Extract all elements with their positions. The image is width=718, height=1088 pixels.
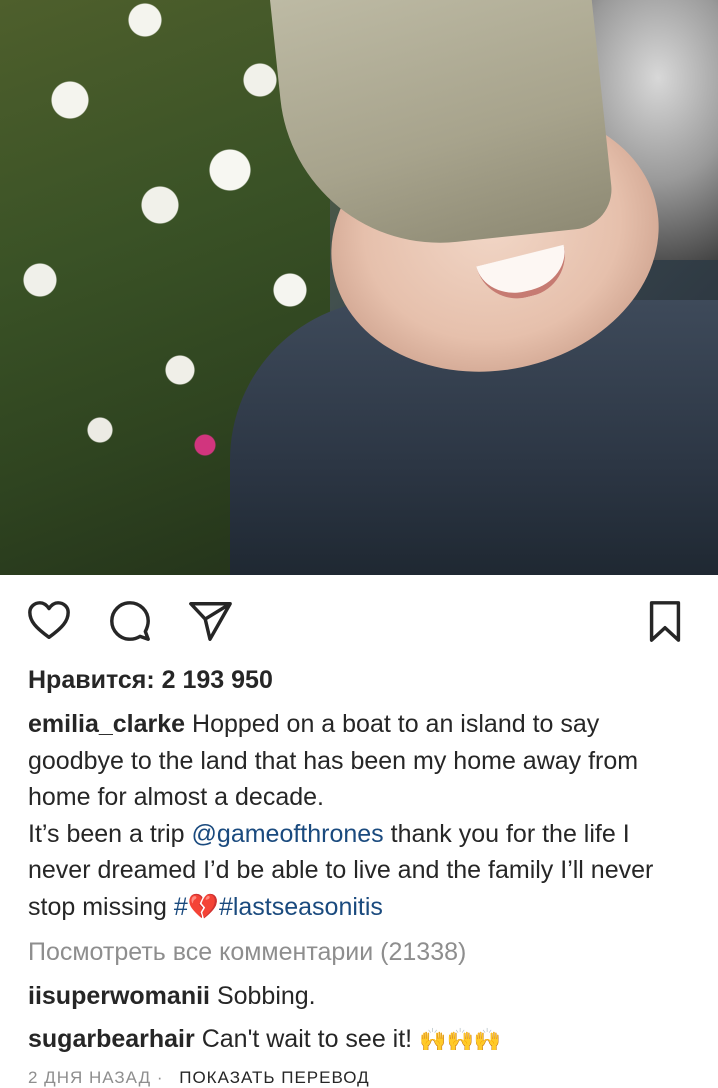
like-button[interactable]: [26, 598, 72, 644]
comment-bubble-icon: [110, 601, 150, 641]
post-footer: 2 ДНЯ НАЗАД · ПОКАЗАТЬ ПЕРЕВОД: [28, 1068, 370, 1088]
share-button[interactable]: [187, 598, 233, 644]
comment-text: Sobbing.: [216, 982, 316, 1010]
comment-button[interactable]: [107, 598, 153, 644]
raising-hands-emoji: 🙌🙌🙌: [419, 1027, 502, 1052]
heart-icon: [28, 601, 70, 640]
post-actions-bar: [0, 590, 718, 650]
comment-username[interactable]: sugarbearhair: [28, 1025, 195, 1053]
save-button[interactable]: [642, 598, 688, 644]
show-translation-link[interactable]: ПОКАЗАТЬ ПЕРЕВОД: [179, 1068, 369, 1087]
comment-username[interactable]: iisuperwomanii: [28, 982, 210, 1010]
likes-count[interactable]: Нравится: 2 193 950: [28, 666, 273, 695]
post-photo[interactable]: [0, 0, 718, 575]
mention-link[interactable]: @gameofthrones: [192, 820, 384, 848]
hashtag-link-broken-heart[interactable]: #💔: [174, 893, 219, 921]
comment-text: Can't wait to see it!: [201, 1025, 413, 1053]
comment-item: iisuperwomanii Sobbing.: [28, 982, 316, 1011]
post-timestamp: 2 ДНЯ НАЗАД: [28, 1068, 152, 1087]
view-all-comments-link[interactable]: Посмотреть все комментарии (21338): [28, 938, 466, 967]
footer-separator: ·: [156, 1068, 164, 1087]
bookmark-icon: [649, 601, 681, 642]
comment-item: sugarbearhair Can't wait to see it! 🙌🙌🙌: [28, 1025, 501, 1054]
paper-plane-icon: [189, 602, 232, 641]
author-username[interactable]: emilia_clarke: [28, 710, 185, 738]
hashtag-link-lastseasonitis[interactable]: #lastseasonitis: [219, 893, 383, 921]
post-caption: emilia_clarke Hopped on a boat to an isl…: [28, 706, 698, 925]
caption-text-2: It’s been a trip: [28, 819, 192, 848]
